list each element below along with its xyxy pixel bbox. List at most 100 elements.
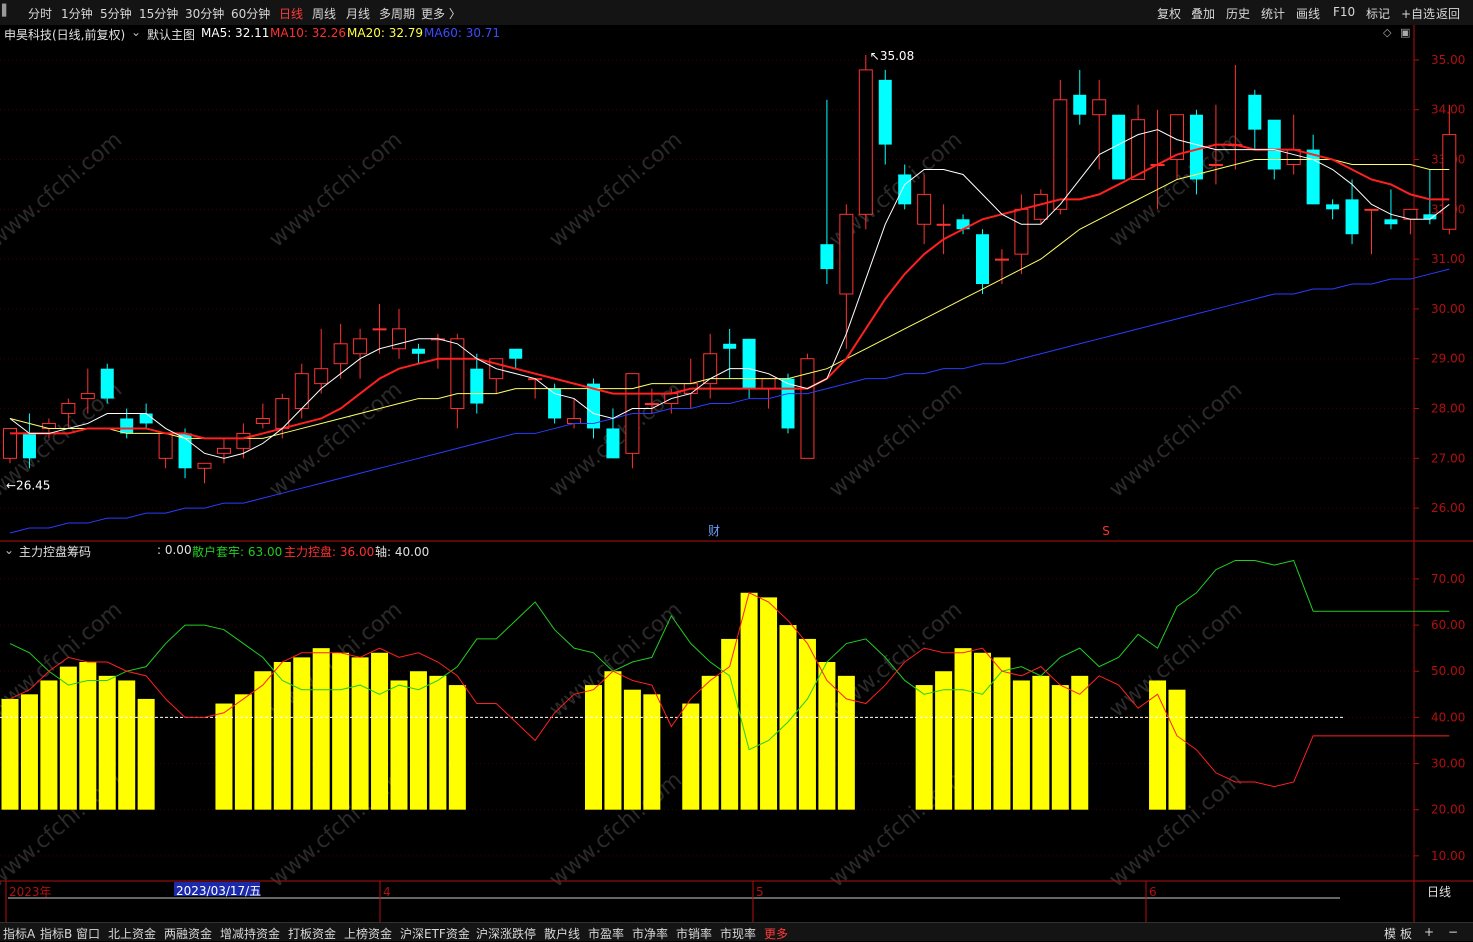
chip-bar-5 <box>98 675 116 810</box>
chip-bar-23 <box>448 685 466 810</box>
toolbar-button-2[interactable]: 历史 <box>1226 5 1250 22</box>
candle-body-56 <box>1092 99 1107 116</box>
indicator-tab-11[interactable]: 市盈率 <box>588 925 624 942</box>
candle-body-18 <box>353 338 368 355</box>
chip-bar-55 <box>1071 675 1089 810</box>
candle-body-40 <box>781 378 795 429</box>
indicator-tab-7[interactable]: 上榜资金 <box>344 925 392 942</box>
indicator-tab-14[interactable]: 市现率 <box>720 925 756 942</box>
indicator-tab-0[interactable]: 指标A <box>3 925 35 942</box>
candle-body-13 <box>255 417 270 424</box>
period-tab-0[interactable]: 分时 <box>28 5 52 22</box>
sub-indicator-dropdown-icon[interactable]: ⌄ <box>4 543 14 557</box>
date-label-0: 2023年 <box>9 885 52 899</box>
chip-bar-43 <box>837 675 855 810</box>
toolbar-button-7[interactable]: +自选 <box>1401 5 1435 22</box>
chip-bar-39 <box>760 597 778 810</box>
candle-body-24 <box>470 368 484 404</box>
statusbar-control-1[interactable]: 板 <box>1400 925 1412 942</box>
chip-bar-48 <box>935 671 953 810</box>
indicator-tab-1[interactable]: 指标B <box>40 925 72 942</box>
candle-body-1 <box>22 433 36 459</box>
main-force-legend: 主力控盘: 36.00 <box>284 545 375 559</box>
window-menu-icon[interactable]: ▌ <box>2 4 10 17</box>
chip-bar-12 <box>234 694 252 810</box>
chip-bar-33 <box>643 694 661 810</box>
ytick-label-4: 30.00 <box>1431 302 1465 316</box>
toolbar-button-6[interactable]: 标记 <box>1366 5 1390 22</box>
indicator-tab-5[interactable]: 增减持资金 <box>220 925 280 942</box>
candle-body-64 <box>1248 94 1262 130</box>
chip-bar-42 <box>818 662 836 810</box>
period-tab-6[interactable]: 日线 <box>279 5 303 22</box>
statusbar-control-0[interactable]: 模 <box>1384 925 1396 942</box>
expand-icon[interactable]: ◇ <box>1383 26 1391 39</box>
statusbar-control-2[interactable]: + <box>1424 925 1434 939</box>
ytick-label-5: 31.00 <box>1431 252 1465 266</box>
chip-bar-20 <box>390 680 408 810</box>
statusbar-control-3[interactable]: − <box>1448 925 1458 939</box>
chip-bar-52 <box>1012 680 1030 810</box>
toolbar-button-0[interactable]: 复权 <box>1157 5 1181 22</box>
chip-bar-21 <box>409 671 427 810</box>
indicator-tab-12[interactable]: 市净率 <box>632 925 668 942</box>
period-tab-5[interactable]: 60分钟 <box>231 5 270 22</box>
toolbar-button-8[interactable]: 返回 <box>1436 5 1460 22</box>
indicator-tab-13[interactable]: 市销率 <box>676 925 712 942</box>
indicator-tab-2[interactable]: 窗口 <box>76 925 100 942</box>
chip-bar-50 <box>974 652 991 810</box>
toolbar-button-5[interactable]: F10 <box>1333 5 1355 19</box>
candle-body-20 <box>392 328 406 350</box>
chip-bar-4 <box>79 662 97 810</box>
sub-indicator-name[interactable]: 主力控盘筹码 <box>19 543 91 560</box>
indicator-bar: 指标A 指标B 窗口 北上资金 两融资金 增减持资金 打板资金 上榜资金 沪深ETF资金 沪深涨跌… <box>0 922 1473 941</box>
date-label-1: 4 <box>383 885 391 899</box>
candle-body-37 <box>723 343 737 349</box>
period-tab-10[interactable]: 更多 〉 <box>421 5 461 22</box>
period-tab-7[interactable]: 周线 <box>312 5 336 22</box>
candle-body-46 <box>898 174 912 205</box>
candle-body-44 <box>858 69 873 215</box>
indicator-tab-3[interactable]: 北上资金 <box>108 925 156 942</box>
retail-legend: 散户套牢: 63.00 <box>192 545 283 559</box>
chip-bar-14 <box>273 662 291 810</box>
ma10-legend: MA10: 32.26 <box>270 26 347 40</box>
period-tab-4[interactable]: 30分钟 <box>185 5 224 22</box>
candle-body-61 <box>1189 114 1203 180</box>
chip-bar-1 <box>20 694 38 810</box>
indicator-tab-9[interactable]: 沪深涨跌停 <box>476 925 536 942</box>
kline-chart-canvas[interactable]: www.cfchi.com www.cfchi.com www.cfchi.com w… <box>0 25 1473 922</box>
candle-body-23 <box>450 338 465 410</box>
period-tab-9[interactable]: 多周期 <box>379 5 415 22</box>
chip-bar-59 <box>1149 680 1167 810</box>
candle-body-66 <box>1286 149 1301 166</box>
period-tab-2[interactable]: 5分钟 <box>100 5 132 22</box>
toolbar-button-3[interactable]: 统计 <box>1261 5 1285 22</box>
period-tab-8[interactable]: 月线 <box>346 5 370 22</box>
period-tab-1[interactable]: 1分钟 <box>61 5 93 22</box>
indicator-tab-8[interactable]: 沪深ETF资金 <box>400 925 470 942</box>
candle-body-16 <box>314 368 329 385</box>
date-label-3: 6 <box>1149 885 1157 899</box>
candle-body-71 <box>1384 219 1398 225</box>
template-dropdown-icon[interactable]: ⌄ <box>131 25 141 39</box>
chip-bar-30 <box>585 685 602 810</box>
chip-bar-32 <box>623 689 641 810</box>
template-name[interactable]: 默认主图 <box>147 26 195 43</box>
indicator-tab-4[interactable]: 两融资金 <box>164 925 212 942</box>
indicator-tab-6[interactable]: 打板资金 <box>288 925 336 942</box>
toolbar-button-1[interactable]: 叠加 <box>1191 5 1215 22</box>
ytick-label-1: 27.00 <box>1431 451 1465 465</box>
toolbar-button-4[interactable]: 画线 <box>1296 5 1320 22</box>
ytick-label-2: 28.00 <box>1431 402 1465 416</box>
chip-bar-19 <box>371 652 389 810</box>
candle-body-42 <box>820 244 834 270</box>
candle-body-68 <box>1326 204 1340 210</box>
layout-toggle-icon[interactable]: ▣ <box>1400 26 1410 39</box>
period-tab-3[interactable]: 15分钟 <box>139 5 178 22</box>
indicator-tab-10[interactable]: 散户线 <box>544 925 580 942</box>
candle-body-43 <box>839 213 854 295</box>
candle-body-73 <box>1423 214 1437 220</box>
cursor-date-label: 2023/03/17/五 <box>176 884 261 898</box>
indicator-tab-15[interactable]: 更多 <box>764 925 788 942</box>
